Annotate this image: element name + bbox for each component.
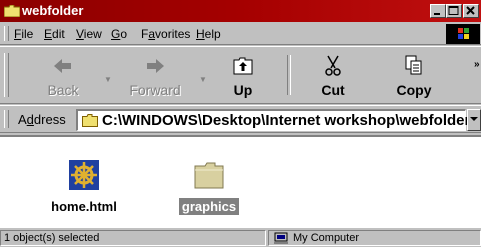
window-title: webfolder <box>22 3 84 18</box>
toolbar-grip[interactable] <box>4 53 9 97</box>
folder-icon <box>4 5 20 17</box>
back-button[interactable]: Back <box>24 51 102 101</box>
maximize-button[interactable] <box>446 4 462 18</box>
up-label: Up <box>233 82 253 98</box>
scissors-icon <box>325 55 341 76</box>
close-icon <box>466 6 475 15</box>
file-item-graphics-folder[interactable]: graphics <box>159 159 259 215</box>
ship-wheel-html-icon <box>69 160 99 190</box>
file-list-view[interactable]: home.html graphics <box>0 135 481 228</box>
address-dropdown-button[interactable] <box>467 109 481 131</box>
address-label: Address <box>18 112 66 127</box>
back-label: Back <box>47 82 79 98</box>
minimize-icon <box>434 13 440 15</box>
title-bar[interactable]: webfolder <box>0 0 481 22</box>
folder-icon <box>194 162 224 189</box>
menu-favorites[interactable]: Favorites <box>141 27 190 41</box>
forward-arrow-icon <box>147 59 164 73</box>
menu-help[interactable]: Help <box>196 27 221 41</box>
menu-grip[interactable] <box>4 26 9 41</box>
file-name: home.html <box>51 199 117 214</box>
file-item-home-html[interactable]: home.html <box>34 159 134 215</box>
address-value: C:\WINDOWS\Desktop\Internet workshop\web… <box>102 112 471 129</box>
status-zone-pane: My Computer <box>268 230 481 246</box>
up-folder-icon <box>233 57 253 75</box>
file-name: graphics <box>178 198 240 215</box>
menu-edit[interactable]: Edit <box>44 27 65 41</box>
explorer-window: webfolder File Edit View Go Favorites He… <box>0 0 481 247</box>
menu-bar: File Edit View Go Favorites Help <box>0 23 481 45</box>
status-selection-pane: 1 object(s) selected <box>0 230 266 246</box>
close-button[interactable] <box>463 4 479 18</box>
menu-file[interactable]: File <box>14 27 33 41</box>
chevron-down-icon <box>470 117 478 121</box>
forward-label: Forward <box>129 82 181 98</box>
computer-icon <box>274 232 288 244</box>
windows-logo <box>446 24 480 44</box>
menu-view[interactable]: View <box>76 27 102 41</box>
address-bar: Address C:\WINDOWS\Desktop\Internet work… <box>0 105 481 133</box>
maximize-icon <box>448 6 459 15</box>
copy-label: Copy <box>396 82 432 98</box>
status-selection-text: 1 object(s) selected <box>4 232 100 244</box>
windows-flag-icon <box>458 28 469 39</box>
forward-button[interactable]: Forward <box>116 51 194 101</box>
copy-icon <box>405 55 422 75</box>
back-dropdown-icon[interactable]: ▼ <box>104 75 112 84</box>
toolbar-separator <box>287 55 291 95</box>
cut-label: Cut <box>321 82 345 98</box>
status-bar: 1 object(s) selected My Computer <box>0 228 481 247</box>
address-grip[interactable] <box>4 110 9 128</box>
folder-icon <box>82 114 98 127</box>
up-button[interactable]: Up <box>204 51 282 101</box>
back-arrow-icon <box>54 59 71 73</box>
standard-toolbar: Back ▼ Forward ▼ Up Cut Copy » <box>0 46 481 104</box>
address-input[interactable]: C:\WINDOWS\Desktop\Internet workshop\web… <box>76 109 470 131</box>
menu-go[interactable]: Go <box>111 27 127 41</box>
cut-button[interactable]: Cut <box>294 51 372 101</box>
copy-button[interactable]: Copy <box>375 51 453 101</box>
status-zone-text: My Computer <box>293 232 360 244</box>
toolbar-overflow-icon[interactable]: » <box>474 59 480 70</box>
minimize-button[interactable] <box>430 4 446 18</box>
